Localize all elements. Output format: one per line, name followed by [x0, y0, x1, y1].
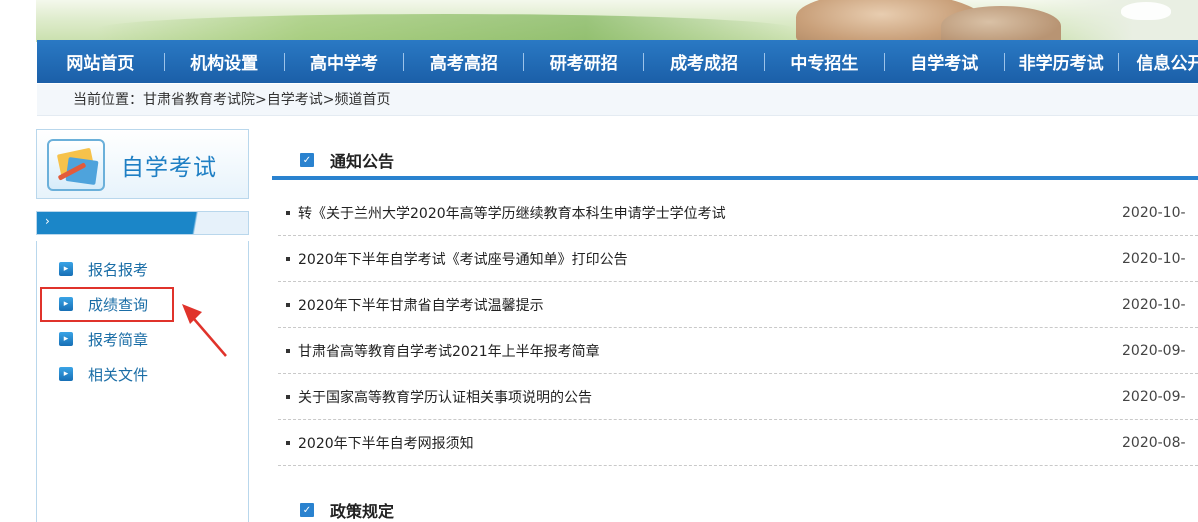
notice-title[interactable]: 2020年下半年自学考试《考试座号通知单》打印公告: [298, 249, 1198, 269]
nav-item-label: 研考研招: [549, 54, 618, 74]
nav-item-self-study-exam[interactable]: 自学考试: [885, 40, 1004, 83]
nav-item-label: 中专招生: [790, 54, 859, 74]
notice-date: 2020-09-: [1122, 342, 1186, 359]
notice-date: 2020-09-: [1122, 388, 1186, 405]
nav-item-home[interactable]: 网站首页: [37, 40, 164, 83]
bullet-icon: [286, 394, 290, 399]
notice-date: 2020-10-: [1122, 204, 1186, 221]
arrow-bullet-icon: ▸: [59, 332, 73, 346]
banner-bird: [1121, 2, 1171, 20]
nav-item-info-disclosure[interactable]: 信息公开: [1119, 40, 1198, 83]
notice-date: 2020-10-: [1122, 250, 1186, 267]
bullet-icon: [286, 440, 290, 445]
checkbox-icon: ✓: [300, 153, 314, 167]
nav-item-label: 信息公开: [1136, 54, 1198, 74]
section-divider: [272, 176, 1198, 180]
nav-item-label: 机构设置: [190, 54, 259, 74]
nav-item-label: 自学考试: [910, 54, 979, 74]
list-item[interactable]: 2020年下半年甘肃省自学考试温馨提示 2020-10-: [278, 282, 1198, 328]
list-item[interactable]: 2020年下半年自考网报须知 2020-08-: [278, 420, 1198, 466]
nav-item-adult-exam[interactable]: 成考成招: [644, 40, 764, 83]
notice-title[interactable]: 甘肃省高等教育自学考试2021年上半年报考简章: [298, 341, 1198, 361]
breadcrumb-text: 当前位置：甘肃省教育考试院>自学考试>频道首页: [73, 92, 391, 108]
sidebar-title: 自学考试: [121, 155, 217, 181]
section-title: 政策规定: [330, 502, 395, 521]
nav-item-non-degree-exam[interactable]: 非学历考试: [1005, 40, 1118, 83]
banner-rock-2: [941, 6, 1061, 42]
sidebar-item-admission-guide[interactable]: ▸ 报考简章: [59, 329, 148, 349]
bullet-icon: [286, 302, 290, 307]
nav-item-label: 高考高招: [429, 54, 498, 74]
chevron-right-icon: ›: [45, 214, 50, 228]
notice-list: 转《关于兰州大学2020年高等学历继续教育本科生申请学士学位考试 2020-10…: [278, 190, 1198, 466]
banner-grass: [96, 14, 796, 42]
nav-item-organization[interactable]: 机构设置: [165, 40, 284, 83]
nav-item-high-school-exam[interactable]: 高中学考: [285, 40, 404, 83]
notice-date: 2020-10-: [1122, 296, 1186, 313]
notice-date: 2020-08-: [1122, 434, 1186, 451]
header-banner: [36, 0, 1198, 42]
bullet-icon: [286, 348, 290, 353]
annotation-arrow-icon: [182, 304, 227, 357]
exam-papers-icon: [47, 139, 105, 191]
nav-item-gaokao[interactable]: 高考高招: [404, 40, 523, 83]
sidebar-item-label: 相关文件: [88, 365, 149, 384]
sidebar-item-registration[interactable]: ▸ 报名报考: [59, 259, 148, 279]
notice-title[interactable]: 2020年下半年甘肃省自学考试温馨提示: [298, 295, 1198, 315]
sidebar-section-bar: ›: [36, 211, 249, 235]
list-item[interactable]: 转《关于兰州大学2020年高等学历继续教育本科生申请学士学位考试 2020-10…: [278, 190, 1198, 236]
policy-section-header: ✓ 政策规定: [272, 488, 1198, 522]
section-title: 通知公告: [330, 152, 395, 171]
arrow-bullet-icon: ▸: [59, 367, 73, 381]
sidebar-header: 自学考试: [36, 129, 249, 199]
sidebar-item-label: 报名报考: [88, 260, 149, 279]
nav-item-label: 非学历考试: [1018, 54, 1104, 74]
nav-item-vocational[interactable]: 中专招生: [765, 40, 884, 83]
list-item[interactable]: 2020年下半年自学考试《考试座号通知单》打印公告 2020-10-: [278, 236, 1198, 282]
nav-item-graduate-exam[interactable]: 研考研招: [524, 40, 643, 83]
nav-item-label: 成考成招: [670, 54, 739, 74]
arrow-bullet-icon: ▸: [59, 262, 73, 276]
sidebar-item-related-docs[interactable]: ▸ 相关文件: [59, 364, 148, 384]
sidebar-item-label: 报考简章: [88, 330, 149, 349]
checkbox-icon: ✓: [300, 503, 314, 517]
nav-item-label: 高中学考: [310, 54, 379, 74]
main-content: ✓ 通知公告 转《关于兰州大学2020年高等学历继续教育本科生申请学士学位考试 …: [272, 130, 1198, 522]
notice-title[interactable]: 关于国家高等教育学历认证相关事项说明的公告: [298, 387, 1198, 407]
sidebar-menu: ▸ 报名报考 ▸ 成绩查询 ▸ 报考简章 ▸ 相关文件: [36, 241, 249, 522]
nav-item-label: 网站首页: [66, 54, 135, 74]
list-item[interactable]: 关于国家高等教育学历认证相关事项说明的公告 2020-09-: [278, 374, 1198, 420]
list-item[interactable]: 甘肃省高等教育自学考试2021年上半年报考简章 2020-09-: [278, 328, 1198, 374]
notice-title[interactable]: 2020年下半年自考网报须知: [298, 433, 1198, 453]
annotation-highlight-box: [40, 287, 174, 322]
bullet-icon: [286, 210, 290, 215]
notice-title[interactable]: 转《关于兰州大学2020年高等学历继续教育本科生申请学士学位考试: [298, 203, 1198, 223]
bullet-icon: [286, 256, 290, 261]
main-nav: 网站首页 机构设置 高中学考 高考高招 研考研招 成考成招 中专招生 自学考试 …: [37, 40, 1198, 83]
breadcrumb: 当前位置：甘肃省教育考试院>自学考试>频道首页: [37, 84, 1198, 116]
